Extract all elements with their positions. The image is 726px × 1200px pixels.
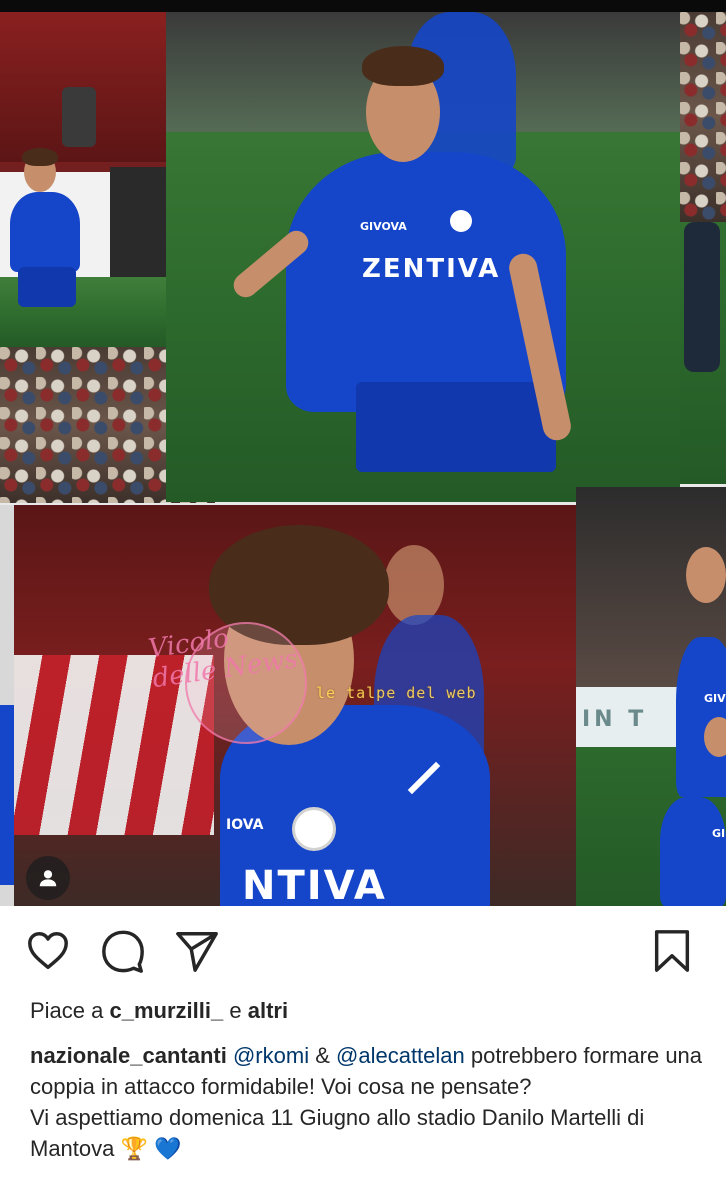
status-bar bbox=[0, 0, 726, 12]
caption-author-link[interactable]: nazionale_cantanti bbox=[30, 1043, 227, 1068]
likes-prefix: Piace a bbox=[30, 998, 104, 1023]
watermark-talpe-text: le talpe del web bbox=[316, 684, 477, 702]
caption-emojis: 🏆 💙 bbox=[120, 1136, 182, 1161]
tagged-users-button[interactable] bbox=[26, 856, 70, 900]
kit-brand-right-2: GI bbox=[712, 827, 726, 840]
sponsor-center: ZENTIVA bbox=[362, 254, 501, 284]
photo-center-player: GIVOVA ZENTIVA bbox=[166, 12, 680, 502]
caption-ampersand: & bbox=[315, 1043, 330, 1068]
bookmark-icon[interactable] bbox=[649, 928, 695, 974]
heart-icon[interactable] bbox=[25, 928, 71, 974]
comment-icon[interactable] bbox=[100, 928, 146, 974]
photo-top-right bbox=[680, 12, 726, 484]
photo-bottom-right-players: IN T GIV GI bbox=[576, 487, 726, 906]
likes-middle: e bbox=[229, 998, 242, 1023]
likes-user-link[interactable]: c_murzilli_ bbox=[110, 998, 224, 1023]
caption-mention-alecattelan[interactable]: @alecattelan bbox=[336, 1043, 465, 1068]
kit-brand-bottom: IOVA bbox=[226, 817, 264, 833]
kit-brand-right: GIV bbox=[704, 692, 726, 705]
person-icon bbox=[39, 870, 57, 887]
post-actions-bar bbox=[0, 906, 726, 986]
photo-top-left-player bbox=[0, 12, 166, 347]
likes-line[interactable]: Piace a c_murzilli_ e altri bbox=[30, 998, 288, 1024]
post-image-collage[interactable]: GIVOVA ZENTIVA IOVA NTIVA IN T GIV GI Vi… bbox=[0, 12, 726, 906]
caption-mention-rkomi[interactable]: @rkomi bbox=[233, 1043, 309, 1068]
kit-brand-center: GIVOVA bbox=[360, 220, 407, 233]
paper-plane-icon[interactable] bbox=[174, 928, 220, 974]
sponsor-bottom: NTIVA bbox=[242, 863, 387, 906]
likes-others-link[interactable]: altri bbox=[248, 998, 288, 1023]
photo-bottom-left-sliver bbox=[0, 505, 14, 906]
banner-text: IN T bbox=[582, 707, 648, 732]
post-caption: nazionale_cantanti @rkomi & @alecattelan… bbox=[30, 1040, 710, 1164]
